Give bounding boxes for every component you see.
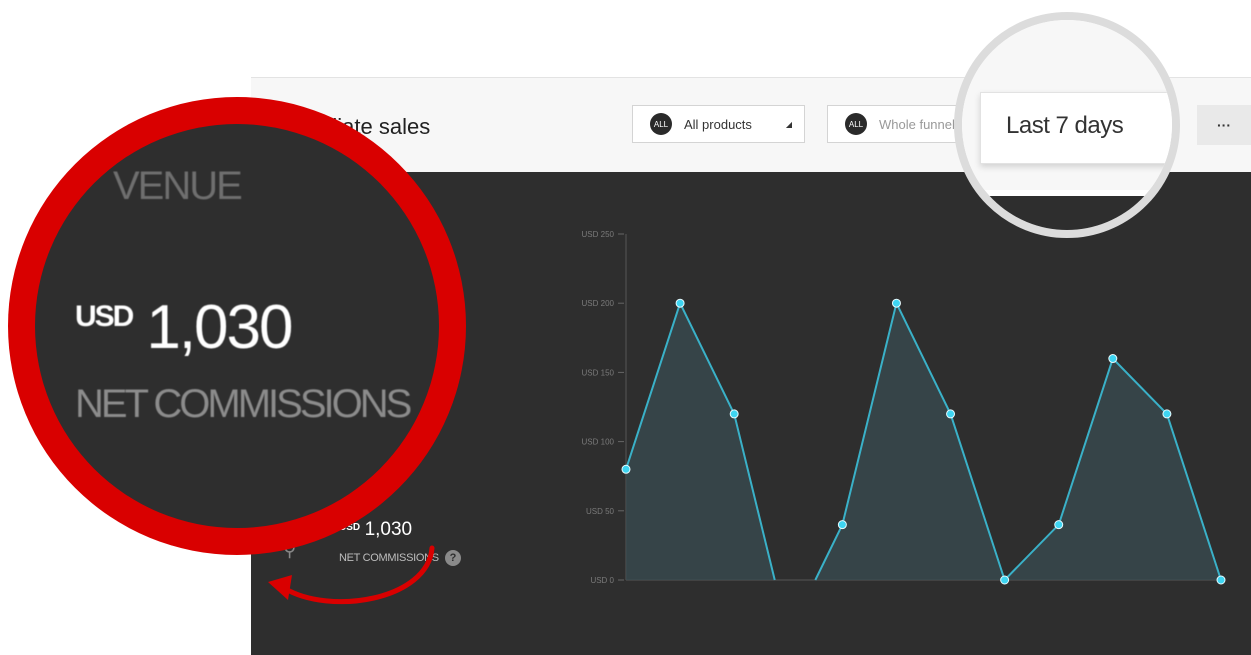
annotation-arrow: [268, 545, 435, 605]
arrow-curve: [281, 545, 435, 605]
arrow-head: [268, 575, 292, 600]
